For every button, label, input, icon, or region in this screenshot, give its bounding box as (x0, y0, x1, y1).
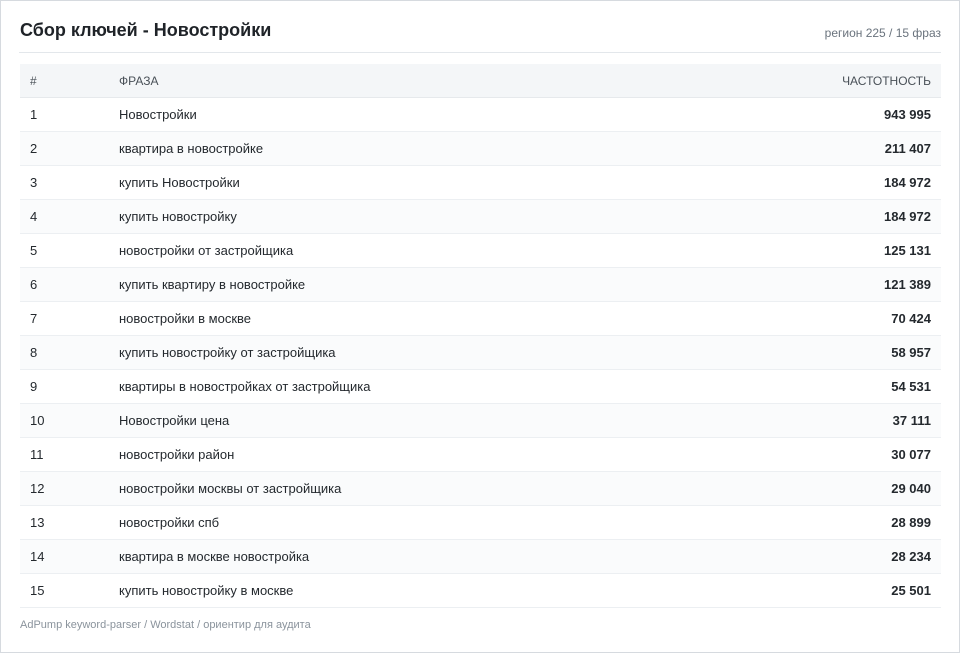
column-header-phrase[interactable]: ФРАЗА (109, 64, 709, 98)
table-row[interactable]: 9 квартиры в новостройках от застройщика 5… (20, 369, 941, 404)
table-row[interactable]: 15 купить новостройку в москве 25 501 (20, 573, 941, 608)
table-row[interactable]: 10 Новостройки цена 37 111 (20, 403, 941, 438)
row-phrase: новостройки район (109, 437, 709, 472)
row-frequency: 184 972 (709, 165, 941, 200)
row-frequency: 28 234 (709, 539, 941, 574)
table-row[interactable]: 5 новостройки от застройщика 125 131 (20, 233, 941, 268)
row-frequency: 184 972 (709, 199, 941, 234)
table-row[interactable]: 11 новостройки район 30 077 (20, 437, 941, 472)
row-number: 15 (20, 573, 109, 608)
row-phrase: купить новостройку от застройщика (109, 335, 709, 370)
table-row[interactable]: 8 купить новостройку от застройщика 58 957 (20, 335, 941, 370)
report-header: Сбор ключей - Новостройки регион 225 / 1… (19, 1, 941, 53)
table-header-row: # ФРАЗА ЧАСТОТНОСТЬ (20, 64, 941, 98)
row-number: 12 (20, 471, 109, 506)
keywords-table: # ФРАЗА ЧАСТОТНОСТЬ 1 Новостройки 943 995 2… (20, 64, 941, 608)
row-phrase: квартира в москве новостройка (109, 539, 709, 574)
keyword-report-panel: Сбор ключей - Новостройки регион 225 / 1… (0, 0, 960, 653)
row-frequency: 30 077 (709, 437, 941, 472)
table-row[interactable]: 3 купить Новостройки 184 972 (20, 165, 941, 200)
row-number: 7 (20, 301, 109, 336)
row-phrase: купить новостройку (109, 199, 709, 234)
row-phrase: купить новостройку в москве (109, 573, 709, 608)
row-phrase: квартиры в новостройках от застройщика (109, 369, 709, 404)
row-phrase: Новостройки (109, 97, 709, 132)
table-row[interactable]: 4 купить новостройку 184 972 (20, 199, 941, 234)
table-row[interactable]: 1 Новостройки 943 995 (20, 97, 941, 132)
row-number: 2 (20, 131, 109, 166)
row-phrase: квартира в новостройке (109, 131, 709, 166)
row-number: 11 (20, 437, 109, 472)
row-frequency: 25 501 (709, 573, 941, 608)
row-frequency: 211 407 (709, 131, 941, 166)
table-row[interactable]: 13 новостройки спб 28 899 (20, 505, 941, 540)
row-number: 5 (20, 233, 109, 268)
row-frequency: 28 899 (709, 505, 941, 540)
row-frequency: 29 040 (709, 471, 941, 506)
row-number: 6 (20, 267, 109, 302)
row-phrase: новостройки спб (109, 505, 709, 540)
row-frequency: 54 531 (709, 369, 941, 404)
row-frequency: 125 131 (709, 233, 941, 268)
table-row[interactable]: 7 новостройки в москве 70 424 (20, 301, 941, 336)
row-frequency: 70 424 (709, 301, 941, 336)
row-number: 1 (20, 97, 109, 132)
row-number: 9 (20, 369, 109, 404)
row-number: 8 (20, 335, 109, 370)
table-row[interactable]: 12 новостройки москвы от застройщика 29 04… (20, 471, 941, 506)
row-number: 13 (20, 505, 109, 540)
row-frequency: 943 995 (709, 97, 941, 132)
row-frequency: 58 957 (709, 335, 941, 370)
table-row[interactable]: 2 квартира в новостройке 211 407 (20, 131, 941, 166)
row-number: 10 (20, 403, 109, 438)
column-header-frequency[interactable]: ЧАСТОТНОСТЬ (709, 64, 941, 98)
row-number: 14 (20, 539, 109, 574)
table-header: # ФРАЗА ЧАСТОТНОСТЬ (20, 64, 941, 98)
row-frequency: 37 111 (709, 403, 941, 438)
row-phrase: купить Новостройки (109, 165, 709, 200)
row-frequency: 121 389 (709, 267, 941, 302)
row-phrase: купить квартиру в новостройке (109, 267, 709, 302)
row-phrase: новостройки в москве (109, 301, 709, 336)
row-phrase: новостройки от застройщика (109, 233, 709, 268)
row-number: 3 (20, 165, 109, 200)
table-body: 1 Новостройки 943 995 2 квартира в новострой… (20, 97, 941, 608)
page-title: Сбор ключей - Новостройки (20, 20, 272, 40)
table-row[interactable]: 6 купить квартиру в новостройке 121 389 (20, 267, 941, 302)
footer-note: AdPump keyword-parser / Wordstat / ориен… (20, 619, 311, 631)
row-phrase: Новостройки цена (109, 403, 709, 438)
table-row[interactable]: 14 квартира в москве новостройка 28 234 (20, 539, 941, 574)
report-meta: регион 225 / 15 фраз (824, 26, 941, 40)
column-header-number[interactable]: # (20, 64, 109, 98)
row-phrase: новостройки москвы от застройщика (109, 471, 709, 506)
row-number: 4 (20, 199, 109, 234)
